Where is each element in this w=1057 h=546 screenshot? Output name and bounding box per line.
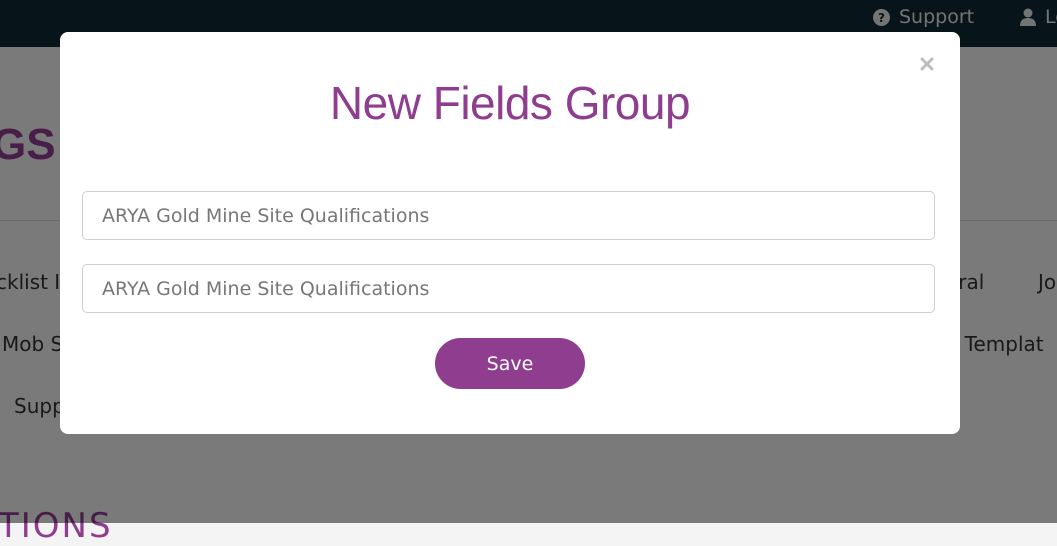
modal-title: New Fields Group (329, 77, 691, 129)
group-name-field[interactable] (82, 191, 935, 240)
new-fields-group-modal: New Fields Group Save (60, 32, 960, 434)
save-button[interactable]: Save (435, 338, 585, 389)
close-icon (920, 56, 934, 75)
close-button[interactable] (916, 54, 938, 76)
group-description-field[interactable] (82, 264, 935, 313)
